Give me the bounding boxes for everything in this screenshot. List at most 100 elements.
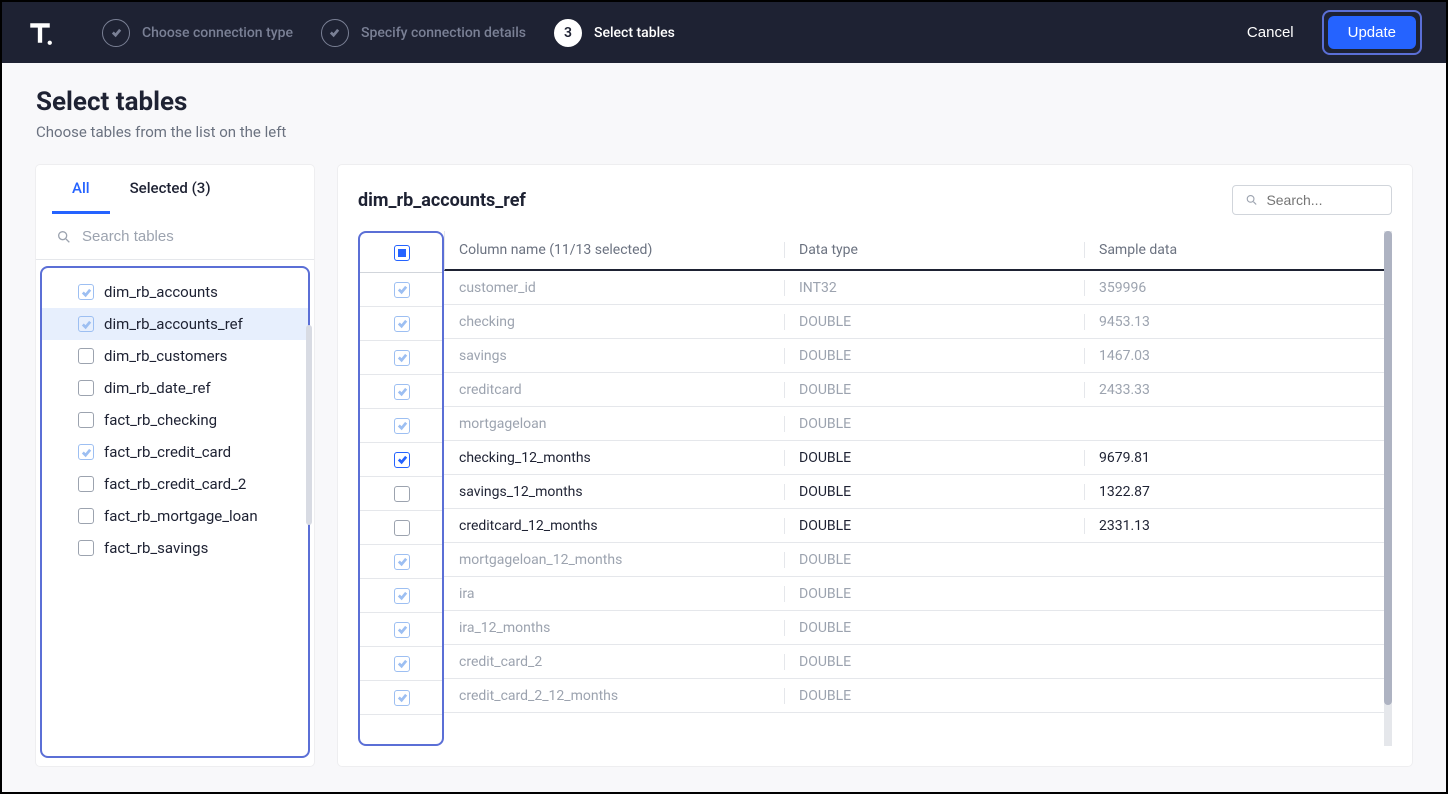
table-checkbox[interactable] [78,348,94,364]
column-checkbox[interactable] [394,486,410,502]
table-checkbox[interactable] [78,380,94,396]
step-3[interactable]: 3 Select tables [554,19,675,47]
column-type: DOUBLE [784,620,1084,636]
column-type: DOUBLE [784,348,1084,364]
tables-panel: All Selected (3) dim_rb_accountsdim_rb_a… [36,165,314,766]
column-checkbox[interactable] [394,622,410,638]
table-label: dim_rb_date_ref [104,379,211,397]
column-type: DOUBLE [784,654,1084,670]
table-label: fact_rb_credit_card_2 [104,475,246,493]
column-type: DOUBLE [784,518,1084,534]
table-label: fact_rb_savings [104,539,208,557]
column-checkbox[interactable] [394,316,410,332]
table-item[interactable]: fact_rb_checking [42,404,308,436]
column-row: credit_card_2_12_monthsDOUBLE [444,679,1384,713]
table-item[interactable]: dim_rb_customers [42,340,308,372]
column-name: credit_card_2 [444,654,784,670]
column-checkbox[interactable] [394,520,410,536]
column-name: ira_12_months [444,620,784,636]
column-checkbox[interactable] [394,350,410,366]
update-button[interactable]: Update [1328,16,1416,49]
topbar: Choose connection type Specify connectio… [2,2,1446,63]
tab-all[interactable]: All [52,165,110,214]
table-item[interactable]: dim_rb_accounts_ref [42,308,308,340]
table-checkbox[interactable] [78,508,94,524]
table-checkbox[interactable] [78,444,94,460]
column-sample: 359996 [1084,280,1384,296]
column-row: creditcard_12_monthsDOUBLE2331.13 [444,509,1384,543]
search-icon [1245,192,1258,208]
step-2[interactable]: Specify connection details [321,19,526,47]
column-type: DOUBLE [784,416,1084,432]
column-type: DOUBLE [784,382,1084,398]
table-item[interactable]: fact_rb_credit_card_2 [42,468,308,500]
table-item[interactable]: fact_rb_credit_card [42,436,308,468]
column-row: creditcardDOUBLE2433.33 [444,373,1384,407]
table-item[interactable]: dim_rb_date_ref [42,372,308,404]
column-name: checking [444,314,784,330]
step-label: Select tables [594,25,675,41]
column-row: iraDOUBLE [444,577,1384,611]
table-checkbox[interactable] [78,540,94,556]
column-row: mortgageloan_12_monthsDOUBLE [444,543,1384,577]
column-name: creditcard [444,382,784,398]
table-checkbox[interactable] [78,476,94,492]
header-sample: Sample data [1084,242,1384,258]
step-label: Specify connection details [361,25,526,41]
scrollbar[interactable] [1384,231,1392,746]
table-checkbox[interactable] [78,412,94,428]
columns-panel: dim_rb_accounts_ref Column name (11/13 s… [338,165,1412,766]
logo-icon [26,19,54,47]
column-name: customer_id [444,280,784,296]
column-checkbox[interactable] [394,452,410,468]
search-tables-input[interactable] [82,228,294,245]
step-1[interactable]: Choose connection type [102,19,293,47]
column-type: DOUBLE [784,552,1084,568]
table-title: dim_rb_accounts_ref [358,190,526,211]
column-type: DOUBLE [784,450,1084,466]
table-item[interactable]: fact_rb_mortgage_loan [42,500,308,532]
column-checkbox[interactable] [394,554,410,570]
column-name: checking_12_months [444,450,784,466]
cancel-button[interactable]: Cancel [1235,16,1306,49]
select-all-checkbox[interactable] [394,245,410,261]
column-checkbox[interactable] [394,656,410,672]
step-list: Choose connection type Specify connectio… [102,19,1211,47]
column-sample: 2331.13 [1084,518,1384,534]
column-row: ira_12_monthsDOUBLE [444,611,1384,645]
column-type: DOUBLE [784,586,1084,602]
table-checkbox[interactable] [78,284,94,300]
search-columns-input[interactable] [1266,192,1379,208]
table-item[interactable]: dim_rb_accounts [42,276,308,308]
column-name: mortgageloan [444,416,784,432]
column-type: DOUBLE [784,688,1084,704]
page-title: Select tables [36,87,1412,117]
table-checkbox[interactable] [78,316,94,332]
column-checkbox[interactable] [394,384,410,400]
column-row: checkingDOUBLE9453.13 [444,305,1384,339]
column-type: DOUBLE [784,314,1084,330]
column-checkbox[interactable] [394,418,410,434]
table-label: fact_rb_credit_card [104,443,231,461]
column-sample: 2433.33 [1084,382,1384,398]
search-columns[interactable] [1232,185,1392,215]
column-sample: 9679.81 [1084,450,1384,466]
column-type: DOUBLE [784,484,1084,500]
column-checkbox[interactable] [394,282,410,298]
column-sample: 9453.13 [1084,314,1384,330]
column-row: credit_card_2DOUBLE [444,645,1384,679]
column-sample: 1322.87 [1084,484,1384,500]
table-label: dim_rb_accounts [104,283,218,301]
column-checkbox[interactable] [394,690,410,706]
table-label: dim_rb_customers [104,347,227,365]
tab-selected[interactable]: Selected (3) [110,165,231,214]
table-item[interactable]: fact_rb_savings [42,532,308,564]
check-icon [321,19,349,47]
column-checkbox[interactable] [394,588,410,604]
tables-list: dim_rb_accounts dim_rb_accounts_ref dim_rb… [40,266,310,758]
check-icon [102,19,130,47]
scrollbar[interactable] [306,325,312,525]
column-type: INT32 [784,280,1084,296]
column-row: customer_idINT32359996 [444,271,1384,305]
column-name: mortgageloan_12_months [444,552,784,568]
